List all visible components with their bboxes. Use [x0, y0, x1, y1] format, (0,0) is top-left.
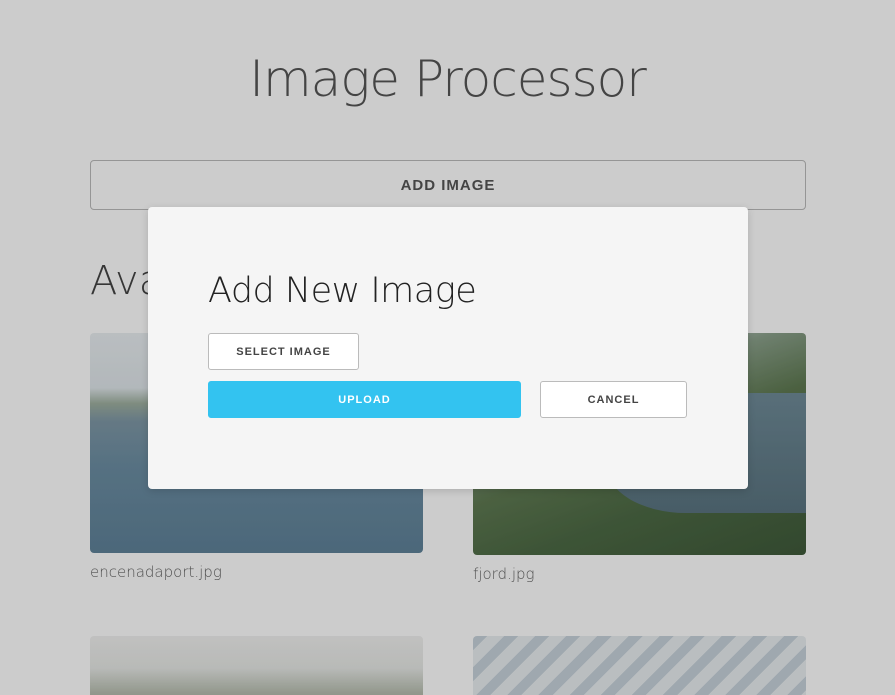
select-image-button[interactable]: SELECT IMAGE [208, 333, 359, 370]
modal-title: Add New Image [208, 271, 477, 311]
add-image-modal: Add New Image SELECT IMAGE UPLOAD CANCEL [148, 207, 748, 489]
cancel-button[interactable]: CANCEL [540, 381, 687, 418]
upload-button[interactable]: UPLOAD [208, 381, 521, 418]
